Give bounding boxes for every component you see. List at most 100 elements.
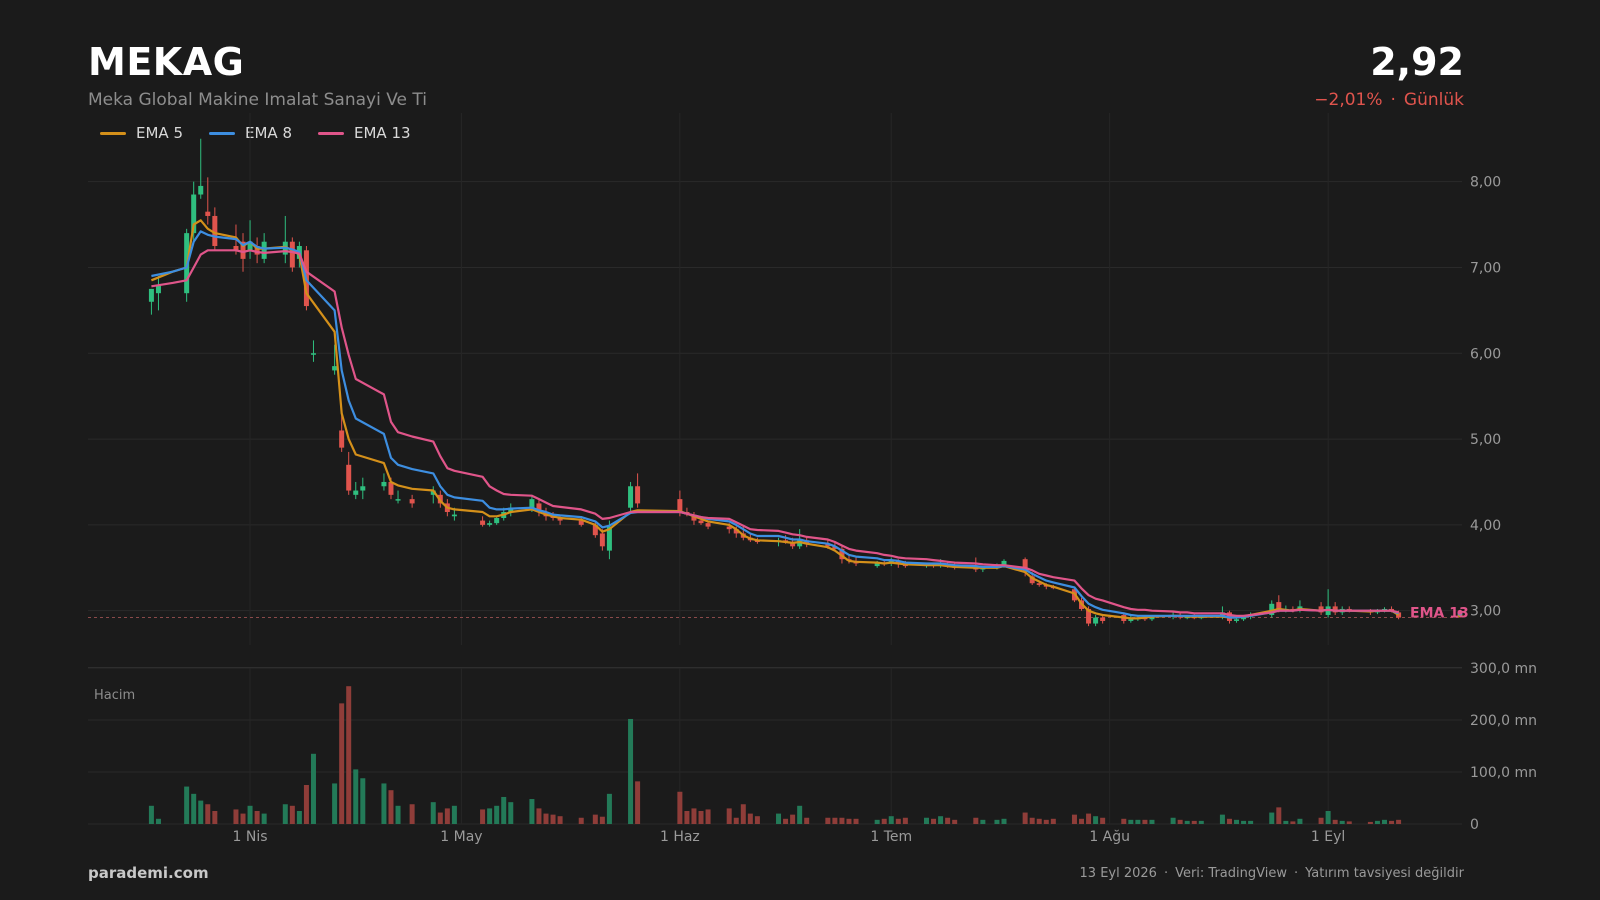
candle-body xyxy=(529,499,535,508)
volume-bar xyxy=(437,812,443,824)
volume-bar xyxy=(726,808,732,824)
volume-bar xyxy=(881,818,887,824)
volume-bar xyxy=(360,778,366,824)
volume-bar xyxy=(853,818,859,824)
ema8-line xyxy=(151,230,1399,619)
volume-bar xyxy=(289,805,295,824)
ema13-line xyxy=(151,249,1399,617)
volume-bar xyxy=(1297,818,1303,824)
volume-bar xyxy=(783,818,789,824)
volume-bar xyxy=(747,813,753,824)
time-tick-label: 1 Ağu xyxy=(1089,829,1130,845)
volume-bar xyxy=(1283,820,1289,824)
volume-bar xyxy=(543,813,549,824)
volume-tick-label: 300,0 mn xyxy=(1470,661,1537,677)
volume-bar xyxy=(1332,819,1338,824)
candle-body xyxy=(339,430,345,448)
price-tick-label: 7,00 xyxy=(1470,260,1501,276)
time-tick-label: 1 May xyxy=(440,829,482,845)
candle-body xyxy=(289,241,295,268)
volume-bar xyxy=(1177,819,1183,824)
volume-bar xyxy=(578,817,584,824)
axis-labels: 8,00 7,00 6,00 5,00 4,00 3,00 300,0 mn 200,0 mn… xyxy=(233,175,1537,845)
volume-bar xyxy=(1128,819,1134,824)
candle-body xyxy=(480,520,486,525)
volume-bar xyxy=(1170,817,1176,824)
volume-bar xyxy=(1318,817,1324,824)
volume-bar xyxy=(1022,812,1028,824)
volume-bar xyxy=(684,811,690,824)
price-tick-label: 6,00 xyxy=(1470,346,1501,362)
volume-bar xyxy=(1071,814,1077,824)
volume-bar xyxy=(1276,807,1282,824)
volume-bar xyxy=(1036,818,1042,824)
volume-bar xyxy=(804,817,810,824)
volume-bar xyxy=(1234,819,1240,824)
candle-body xyxy=(487,523,493,525)
volume-bar xyxy=(874,819,880,824)
volume-bar xyxy=(487,808,493,824)
separator-dot: · xyxy=(1163,866,1169,881)
volume-bar xyxy=(353,769,359,824)
volume-bar xyxy=(557,816,563,824)
volume-bar xyxy=(1184,820,1190,824)
volume-bar xyxy=(705,809,711,824)
volume-tick-label: 200,0 mn xyxy=(1470,713,1537,729)
volume-bar xyxy=(205,804,211,824)
volume-bar xyxy=(1226,818,1232,824)
volume-bar xyxy=(994,819,1000,824)
candle-body xyxy=(395,499,401,501)
volume-bar xyxy=(1198,820,1204,824)
volume-bar xyxy=(839,817,845,824)
volume-bar xyxy=(1290,821,1296,824)
candle-body xyxy=(198,185,204,195)
volume-bar xyxy=(628,718,634,824)
candlestick-series xyxy=(148,138,1402,627)
volume-bar xyxy=(895,818,901,824)
volume-bar xyxy=(938,816,944,824)
volume-bar xyxy=(923,817,929,824)
candle-body xyxy=(1128,619,1134,621)
volume-bar xyxy=(339,703,345,824)
candle-body xyxy=(360,486,366,491)
volume-bar xyxy=(550,814,556,824)
volume-bar xyxy=(776,813,782,824)
time-tick-label: 1 Haz xyxy=(660,829,700,845)
candle-body xyxy=(310,353,316,355)
volume-bar xyxy=(1001,818,1007,824)
candle-body xyxy=(1093,617,1099,624)
ema-lines xyxy=(150,219,1463,620)
volume-bar xyxy=(198,800,204,824)
volume-bar xyxy=(1142,819,1148,824)
volume-bar xyxy=(381,783,387,824)
brand-name[interactable]: parademi.com xyxy=(88,864,209,882)
price-tick-label: 3,00 xyxy=(1470,604,1501,620)
volume-bar xyxy=(592,814,598,824)
volume-bar xyxy=(212,811,218,824)
volume-bar xyxy=(1079,818,1085,824)
volume-bar xyxy=(1149,819,1155,824)
candle-body xyxy=(261,241,267,259)
candle-body xyxy=(409,499,415,504)
volume-bar xyxy=(240,813,246,824)
footer-date: 13 Eyl 2026 xyxy=(1079,866,1157,881)
volume-bar xyxy=(1381,819,1387,824)
volume-pane-label: Hacim xyxy=(94,688,135,703)
volume-bar xyxy=(247,805,253,824)
volume-bar xyxy=(888,816,894,824)
volume-bar xyxy=(508,802,514,824)
volume-bar xyxy=(691,808,697,824)
volume-bars xyxy=(148,686,1402,824)
volume-bar xyxy=(155,818,161,824)
volume-bar xyxy=(1121,818,1127,824)
volume-bar xyxy=(677,791,683,824)
volume-bar xyxy=(409,804,415,824)
volume-bar xyxy=(1050,818,1056,824)
disclaimer: Yatırım tavsiyesi değildir xyxy=(1305,866,1464,881)
volume-bar xyxy=(395,805,401,824)
volume-bar xyxy=(1248,820,1254,824)
volume-bar xyxy=(1346,821,1352,824)
price-chart[interactable]: 8,00 7,00 6,00 5,00 4,00 3,00 300,0 mn 200,0 mn… xyxy=(0,0,1600,900)
volume-bar xyxy=(1093,816,1099,824)
candle-body xyxy=(353,490,359,495)
